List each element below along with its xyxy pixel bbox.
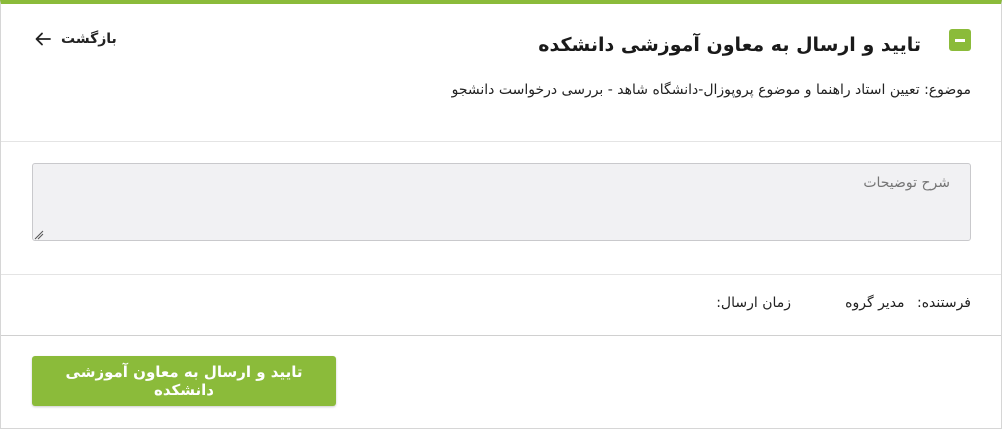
panel-header: تایید و ارسال به معاون آموزشی دانشکده با… (1, 4, 1001, 142)
arrow-left-icon (35, 32, 51, 46)
minus-icon (955, 39, 965, 42)
confirm-send-panel: تایید و ارسال به معاون آموزشی دانشکده با… (0, 0, 1002, 429)
confirm-send-button[interactable]: تایید و ارسال به معاون آموزشی دانشکده (32, 356, 336, 406)
page-title: تایید و ارسال به معاون آموزشی دانشکده (538, 34, 921, 56)
back-link[interactable]: بازگشت (35, 31, 117, 47)
sender-value: مدیر گروه (845, 295, 905, 311)
subject-value: تعیین استاد راهنما و موضوع پروپوزال-دانش… (451, 82, 920, 98)
panel-footer: تایید و ارسال به معاون آموزشی دانشکده (1, 336, 1001, 430)
send-time-field: زمان ارسال: (716, 295, 791, 311)
meta-info: فرستنده: مدیر گروه زمان ارسال: (1, 275, 1001, 336)
subject-line: موضوع: تعیین استاد راهنما و موضوع پروپوز… (452, 82, 971, 98)
description-textarea[interactable] (32, 163, 971, 241)
sender-label: فرستنده: (917, 295, 971, 311)
send-time-label: زمان ارسال: (716, 295, 791, 311)
resize-grip-icon[interactable] (34, 230, 44, 240)
sender-field: فرستنده: مدیر گروه (845, 295, 971, 311)
collapse-button[interactable] (949, 29, 971, 51)
back-link-label: بازگشت (61, 31, 117, 47)
description-section (1, 142, 1001, 275)
subject-label: موضوع: (924, 82, 971, 98)
